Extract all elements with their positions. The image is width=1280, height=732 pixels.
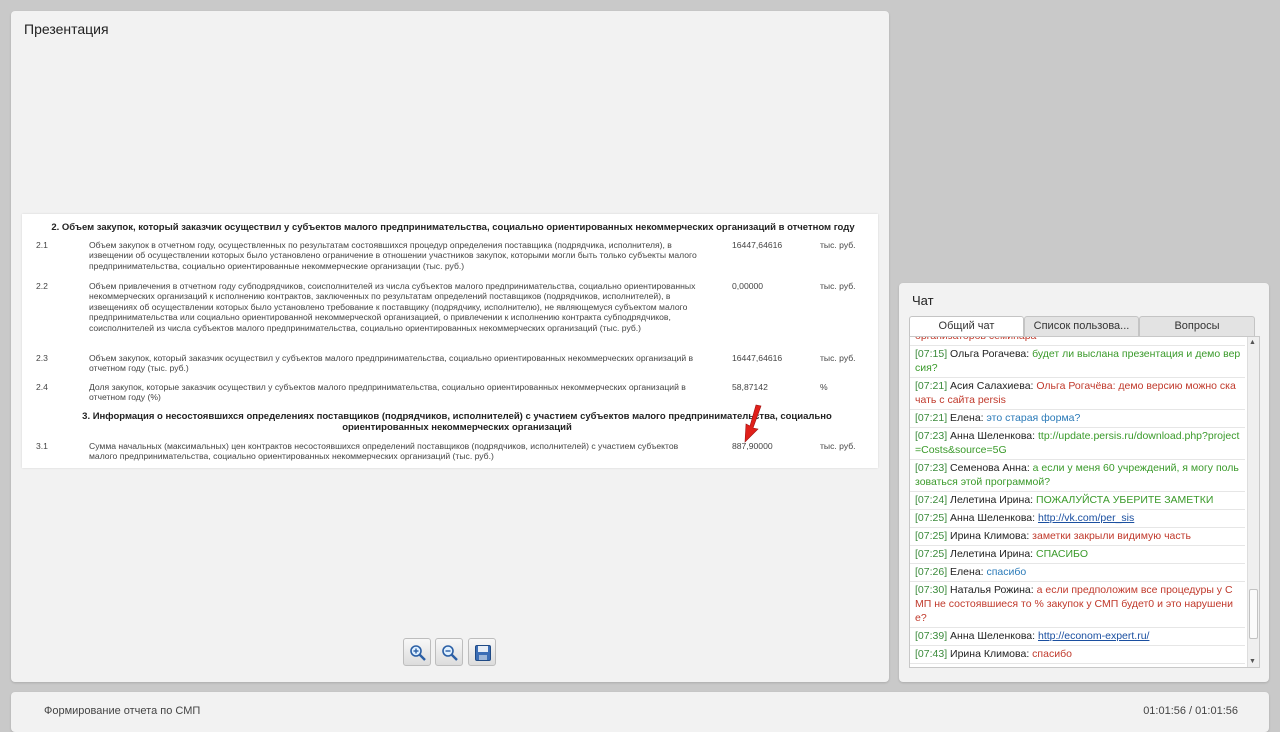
- chat-message: [07:26] Елена: спасибо: [910, 564, 1245, 582]
- row-value: 16447,64616: [732, 353, 783, 363]
- message-author: Лелетина Ирина:: [950, 548, 1034, 560]
- scroll-thumb[interactable]: [1249, 589, 1258, 639]
- row-description: Доля закупок, которые заказчик осуществи…: [89, 382, 686, 403]
- message-author: Анна Шеленкова:: [950, 630, 1036, 642]
- message-time: [07:39]: [915, 630, 948, 642]
- message-text: организаторов семинара: [915, 336, 1037, 342]
- message-time: [07:21]: [915, 412, 948, 424]
- row-unit: тыс. руб.: [820, 441, 856, 451]
- row-unit: тыс. руб.: [820, 281, 856, 291]
- chat-message-list: организаторов семинара [07:15] Ольга Рога…: [910, 336, 1245, 664]
- message-time: [07:25]: [915, 548, 948, 560]
- video-title: Формирование отчета по СМП: [44, 705, 201, 717]
- message-link[interactable]: http://vk.com/per_sis: [1038, 512, 1134, 524]
- chat-message: [07:25] Анна Шеленкова: http://vk.com/pe…: [910, 510, 1245, 528]
- chat-message: [07:25] Ирина Климова: заметки закрыли в…: [910, 528, 1245, 546]
- row-number: 3.1: [36, 441, 48, 451]
- message-time: [07:26]: [915, 566, 948, 578]
- row-value: 16447,64616: [732, 240, 783, 250]
- bottom-bar: Формирование отчета по СМП 01:01:56 / 01…: [11, 692, 1269, 732]
- chat-message: организаторов семинара: [910, 336, 1245, 346]
- row-description: Сумма начальных (максимальных) цен контр…: [89, 441, 679, 462]
- zoom-in-icon: [410, 645, 426, 661]
- tab-user-list[interactable]: Список пользова...: [1024, 316, 1139, 336]
- row-description: Объем закупок, который заказчик осуществ…: [89, 353, 694, 374]
- section-2-title: 2. Объем закупок, который заказчик осуще…: [51, 222, 855, 233]
- message-author: Наталья Рожина:: [950, 584, 1034, 596]
- presentation-slide: 2. Объем закупок, который заказчик осуще…: [22, 214, 878, 468]
- chat-messages: организаторов семинара [07:15] Ольга Рога…: [909, 336, 1260, 668]
- message-time: [07:25]: [915, 512, 948, 524]
- message-time: [07:15]: [915, 348, 948, 360]
- save-button[interactable]: [468, 638, 496, 666]
- chat-message: [07:43] Ирина Климова: спасибо: [910, 646, 1245, 664]
- row-number: 2.2: [36, 281, 48, 291]
- chat-scrollbar[interactable]: ▲ ▼: [1247, 337, 1259, 667]
- chat-message: [07:30] Наталья Рожина: а если предполож…: [910, 582, 1245, 628]
- message-time: [07:23]: [915, 462, 948, 474]
- chat-title: Чат: [912, 293, 934, 308]
- message-text: ПОЖАЛУЙСТА УБЕРИТЕ ЗАМЕТКИ: [1036, 494, 1214, 506]
- chat-message: [07:23] Анна Шеленкова: ttp://update.per…: [910, 428, 1245, 460]
- message-time: [07:25]: [915, 530, 948, 542]
- scroll-up-icon[interactable]: ▲: [1249, 339, 1256, 346]
- message-author: Ольга Рогачева:: [950, 348, 1030, 360]
- message-time: [07:30]: [915, 584, 948, 596]
- zoom-out-button[interactable]: [435, 638, 463, 666]
- message-author: Лелетина Ирина:: [950, 494, 1034, 506]
- message-author: Елена:: [950, 566, 984, 578]
- row-number: 2.1: [36, 240, 48, 250]
- message-text: спасибо: [986, 566, 1027, 578]
- chat-message: [07:39] Анна Шеленкова: http://econom-ex…: [910, 628, 1245, 646]
- row-unit: тыс. руб.: [820, 353, 856, 363]
- message-author: Ирина Климова:: [950, 530, 1030, 542]
- chat-panel: Чат Общий чат Список пользова... Вопросы…: [899, 283, 1269, 682]
- message-author: Асия Салахиева:: [950, 380, 1034, 392]
- presentation-panel: Презентация 2. Объем закупок, который за…: [11, 11, 889, 682]
- tab-questions[interactable]: Вопросы: [1139, 316, 1255, 336]
- row-description: Объем закупок в отчетном году, осуществл…: [89, 240, 697, 271]
- chat-message: [07:21] Асия Салахиева: Ольга Рогачёва: …: [910, 378, 1245, 410]
- message-author: Елена:: [950, 412, 984, 424]
- message-author: Семенова Анна:: [950, 462, 1030, 474]
- message-text: спасибо: [1032, 648, 1072, 660]
- row-unit: %: [820, 382, 828, 392]
- pointer-arrow-icon: [744, 404, 762, 443]
- scroll-down-icon[interactable]: ▼: [1249, 658, 1256, 665]
- row-value: 0,00000: [732, 281, 764, 291]
- message-time: [07:21]: [915, 380, 948, 392]
- chat-message: [07:21] Елена: это старая форма?: [910, 410, 1245, 428]
- video-time: 01:01:56 / 01:01:56: [1143, 705, 1238, 717]
- message-text: СПАСИБО: [1036, 548, 1088, 560]
- chat-message: [07:23] Семенова Анна: а если у меня 60 …: [910, 460, 1245, 492]
- chat-message: [07:24] Лелетина Ирина: ПОЖАЛУЙСТА УБЕРИ…: [910, 492, 1245, 510]
- message-text: это старая форма?: [986, 412, 1081, 424]
- presentation-title: Презентация: [24, 21, 109, 37]
- row-value: 58,87142: [732, 382, 768, 392]
- message-author: Анна Шеленкова:: [950, 430, 1036, 442]
- tab-general-chat[interactable]: Общий чат: [909, 316, 1024, 337]
- row-number: 2.4: [36, 382, 48, 392]
- row-unit: тыс. руб.: [820, 240, 856, 250]
- message-author: Анна Шеленкова:: [950, 512, 1036, 524]
- zoom-in-button[interactable]: [403, 638, 431, 666]
- chat-message: [07:15] Ольга Рогачева: будет ли выслана…: [910, 346, 1245, 378]
- zoom-out-icon: [442, 645, 458, 661]
- message-text: заметки закрыли видимую часть: [1032, 530, 1191, 542]
- message-time: [07:43]: [915, 648, 948, 660]
- message-link[interactable]: http://econom-expert.ru/: [1038, 630, 1149, 642]
- row-description: Объем привлечения в отчетном году субпод…: [89, 281, 696, 333]
- row-number: 2.3: [36, 353, 48, 363]
- chat-message: [07:25] Лелетина Ирина: СПАСИБО: [910, 546, 1245, 564]
- message-time: [07:23]: [915, 430, 948, 442]
- message-author: Ирина Климова:: [950, 648, 1030, 660]
- save-icon: [475, 645, 491, 661]
- section-3-title: 3. Информация о несостоявшихся определен…: [82, 411, 832, 433]
- message-time: [07:24]: [915, 494, 948, 506]
